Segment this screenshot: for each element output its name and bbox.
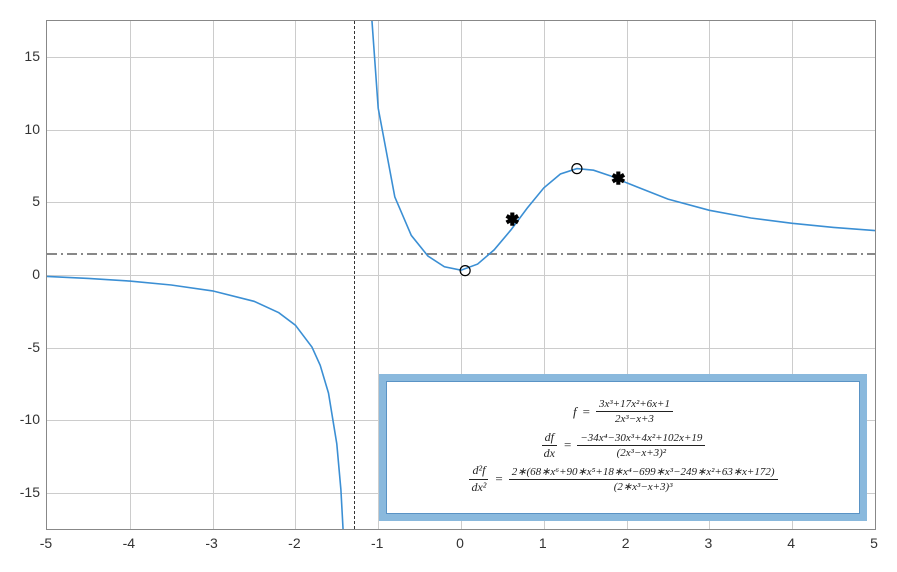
df-lhs-den: dx	[541, 446, 558, 460]
x-tick-label: 5	[870, 535, 878, 551]
equation-df: df dx = −34x⁴−30x³+4x²+102x+19 (2x³−x+3)…	[408, 428, 838, 462]
inflection-marker: ✱	[612, 171, 625, 188]
y-tick-label: -10	[20, 411, 40, 427]
d2f-numerator: 2∗(68∗x⁶+90∗x⁵+18∗x⁴−699∗x³−249∗x²+63∗x+…	[509, 466, 778, 480]
x-tick-label: -4	[123, 535, 135, 551]
x-tick-label: 4	[787, 535, 795, 551]
x-tick-label: -1	[371, 535, 383, 551]
equation-d2f: d²f dx² = 2∗(68∗x⁶+90∗x⁵+18∗x⁴−699∗x³−24…	[408, 462, 838, 496]
x-tick-label: -3	[205, 535, 217, 551]
y-tick-label: -15	[20, 484, 40, 500]
f-lhs: f	[573, 395, 577, 429]
equation-box: f = 3x³+17x²+6x+1 2x³−x+3 df dx = −34x⁴−…	[379, 374, 867, 521]
y-tick-label: -5	[28, 339, 40, 355]
d2f-lhs-num: d²f	[469, 464, 488, 479]
x-tick-label: 0	[456, 535, 464, 551]
f-numerator: 3x³+17x²+6x+1	[596, 398, 673, 412]
df-numerator: −34x⁴−30x³+4x²+102x+19	[577, 432, 705, 446]
f-denominator: 2x³−x+3	[612, 412, 657, 425]
y-tick-label: 0	[32, 266, 40, 282]
y-tick-label: 5	[32, 193, 40, 209]
y-tick-label: 10	[24, 121, 40, 137]
plot-area: ✱ ✱ f = 3x³+17x²+6x+1 2x³−x+3 df dx = −34…	[46, 20, 876, 530]
inflection-marker: ✱	[506, 212, 519, 229]
x-tick-label: -2	[288, 535, 300, 551]
d2f-denominator: (2∗x³−x+3)³	[611, 480, 676, 493]
df-denominator: (2x³−x+3)²	[614, 446, 670, 459]
x-tick-label: 2	[622, 535, 630, 551]
function-curve-right-branch	[358, 21, 876, 270]
x-tick-label: 1	[539, 535, 547, 551]
chart-container: ✱ ✱ f = 3x³+17x²+6x+1 2x³−x+3 df dx = −34…	[10, 10, 887, 562]
function-curve-left-branch	[47, 276, 352, 529]
x-tick-label: -5	[40, 535, 52, 551]
df-lhs-num: df	[542, 431, 557, 446]
d2f-lhs-den: dx²	[468, 480, 489, 494]
x-tick-label: 3	[704, 535, 712, 551]
y-tick-label: 15	[24, 48, 40, 64]
equation-f: f = 3x³+17x²+6x+1 2x³−x+3	[408, 395, 838, 429]
